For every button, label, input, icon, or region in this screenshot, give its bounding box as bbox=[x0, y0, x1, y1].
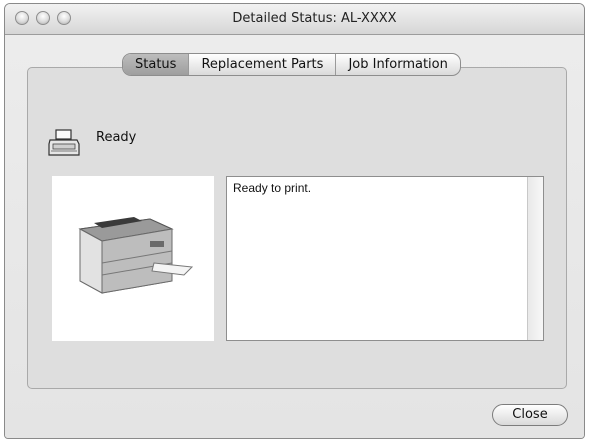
printer-image bbox=[78, 217, 194, 294]
status-message-text: Ready to print. bbox=[233, 181, 312, 195]
message-scrollbar[interactable] bbox=[527, 177, 543, 340]
tab-replacement-parts[interactable]: Replacement Parts bbox=[189, 54, 337, 75]
printer-status-icon bbox=[47, 128, 81, 158]
tab-job-information[interactable]: Job Information bbox=[336, 54, 459, 75]
tab-panel: Ready Ready to print. bbox=[27, 67, 567, 389]
printer-image-panel bbox=[52, 176, 214, 341]
window-content: Ready Ready to print. Status Replacement… bbox=[5, 35, 584, 438]
title-bar: Detailed Status: AL-XXXX bbox=[5, 4, 584, 35]
tab-status[interactable]: Status bbox=[123, 54, 190, 75]
window-title: Detailed Status: AL-XXXX bbox=[232, 11, 397, 26]
status-message-box[interactable]: Ready to print. bbox=[226, 176, 544, 341]
detailed-status-window: Detailed Status: AL-XXXX Ready Ready to … bbox=[4, 3, 585, 439]
status-label: Ready bbox=[96, 130, 137, 145]
tab-bar: Status Replacement Parts Job Information bbox=[122, 53, 461, 76]
close-button[interactable]: Close bbox=[492, 404, 568, 426]
